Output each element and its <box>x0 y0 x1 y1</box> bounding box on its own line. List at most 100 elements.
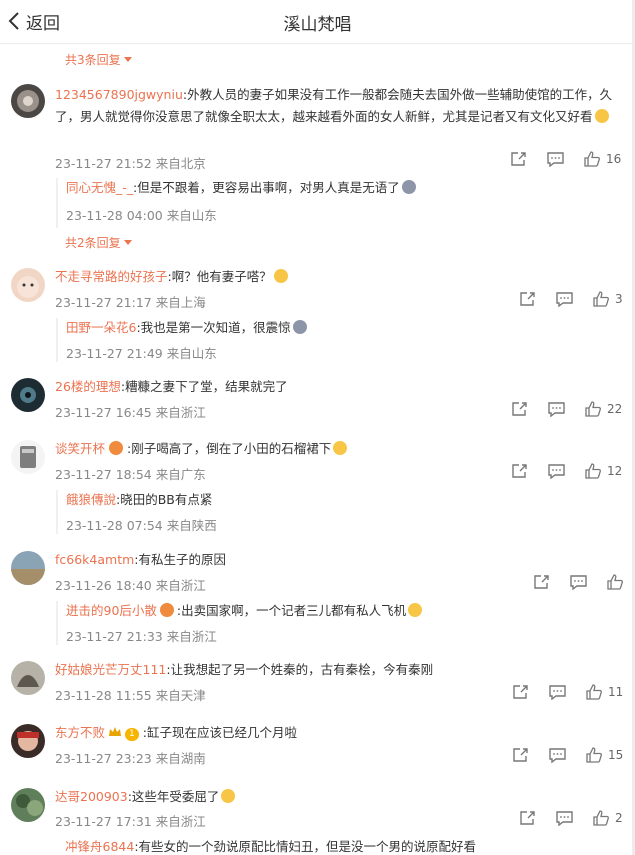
avatar[interactable] <box>11 440 45 474</box>
share-button[interactable] <box>519 291 536 307</box>
emoji-icon <box>401 180 416 194</box>
reply-item: 餓狼傳說:晓田的BB有点紧 <box>66 490 212 510</box>
comment-button[interactable] <box>556 810 573 826</box>
badge-icon <box>159 603 174 617</box>
share-button[interactable] <box>511 463 528 479</box>
thumbs-up-icon <box>586 747 602 763</box>
comment-button[interactable] <box>548 401 565 417</box>
comment-text: :有私生子的原因 <box>134 552 227 567</box>
like-count: 12 <box>607 464 623 478</box>
share-button[interactable] <box>519 810 536 826</box>
caret-down-icon <box>123 57 132 62</box>
share-button[interactable] <box>512 684 529 700</box>
comment-meta: 23-11-27 21:52 来自北京 <box>55 156 206 171</box>
avatar[interactable] <box>11 378 45 412</box>
reply-thread: 餓狼傳說:晓田的BB有点紧 23-11-28 07:54 来自陕西 <box>56 490 618 534</box>
comment-icon <box>556 810 573 826</box>
reply-text: :晓田的BB有点紧 <box>116 492 213 507</box>
thumbs-up-icon <box>585 463 601 479</box>
comment-username[interactable]: 谈笑开杯 <box>55 441 105 456</box>
share-icon <box>513 685 528 699</box>
comment-username[interactable]: fc66k4amtm <box>55 552 134 567</box>
reply-text: :我也是第一次知道，很震惊 <box>136 320 291 335</box>
reply-username[interactable]: 同心无愧_-_ <box>66 180 133 195</box>
comment-username[interactable]: 1234567890jgwyniu <box>55 87 183 102</box>
comment-text: :让我想起了另一个姓秦的，古有秦桧，今有秦刚 <box>166 662 434 677</box>
comment-button[interactable] <box>549 684 566 700</box>
avatar[interactable] <box>11 84 45 118</box>
reply-meta: 23-11-28 07:54 来自陕西 <box>66 518 217 533</box>
like-button[interactable]: 2 <box>593 810 623 826</box>
reply-item: 田野一朵花6:我也是第一次知道，很震惊 <box>66 318 307 338</box>
comment-username[interactable]: 不走寻常路的好孩子 <box>55 269 168 284</box>
comment-username[interactable]: 东方不败 <box>55 725 105 740</box>
like-button[interactable]: 11 <box>586 684 623 700</box>
share-button[interactable] <box>512 747 529 763</box>
reply-thread: 迸击的90后小散:出卖国家啊，一个记者三儿都有私人飞机 23-11-27 21:… <box>56 601 618 645</box>
comment-icon <box>570 574 587 590</box>
comment-button[interactable] <box>547 151 564 167</box>
comment-username[interactable]: 达哥200903 <box>55 789 128 804</box>
emoji-icon <box>408 603 423 617</box>
comment-icon <box>548 401 565 417</box>
like-button[interactable]: 16 <box>584 151 621 167</box>
comment-meta: 23-11-27 23:23 来自湖南 <box>55 751 206 766</box>
comment-meta: 23-11-27 16:45 来自浙江 <box>55 405 206 420</box>
reply-thread: 同心无愧_-_:但是不跟着，更容易出事啊，对男人真是无语了 23-11-28 0… <box>56 178 618 228</box>
vip-badge: 1 <box>125 728 139 741</box>
share-icon <box>513 748 528 762</box>
like-count: 11 <box>608 685 624 699</box>
like-button[interactable] <box>607 574 623 590</box>
comment-username[interactable]: 好姑娘光芒万丈111 <box>55 662 166 677</box>
avatar[interactable] <box>11 268 45 302</box>
like-count: 16 <box>606 152 622 166</box>
reply-item: 迸击的90后小散:出卖国家啊，一个记者三儿都有私人飞机 <box>66 601 423 621</box>
expand-replies-link[interactable]: 共3条回复 <box>65 51 132 68</box>
comment-meta: 23-11-26 18:40 来自浙江 <box>55 578 206 593</box>
reply-username[interactable]: 田野一朵花6 <box>66 320 136 335</box>
comment-button[interactable] <box>570 574 587 590</box>
like-count: 2 <box>615 811 623 825</box>
comment-actions: 12 <box>497 463 622 479</box>
page-title: 溪山梵唱 <box>283 15 352 35</box>
comment-button[interactable] <box>548 463 565 479</box>
thumbs-up-icon <box>593 810 609 826</box>
avatar[interactable] <box>11 551 45 585</box>
reply-text: :但是不跟着，更容易出事啊，对男人真是无语了 <box>133 180 400 195</box>
comment-icon <box>556 291 573 307</box>
comment-username[interactable]: 26楼的理想 <box>55 379 121 394</box>
share-button[interactable] <box>511 401 528 417</box>
comment-button[interactable] <box>549 747 566 763</box>
comment-username[interactable]: 冲锋舟6844 <box>65 839 134 854</box>
comment-text: :缸子现在应该已经几个月啦 <box>142 725 297 740</box>
emoji-icon <box>594 109 609 123</box>
share-icon <box>534 575 549 589</box>
share-button[interactable] <box>510 151 527 167</box>
like-button[interactable]: 3 <box>593 291 623 307</box>
expand-replies-link[interactable]: 共2条回复 <box>65 234 132 251</box>
comment-actions: 22 <box>497 401 622 417</box>
thumbs-up-icon <box>607 574 623 590</box>
thumbs-up-icon <box>593 291 609 307</box>
thumbs-up-icon <box>584 151 600 167</box>
avatar[interactable] <box>11 788 45 822</box>
comment-icon <box>547 151 564 167</box>
avatar[interactable] <box>11 724 45 758</box>
emoji-icon <box>221 789 236 803</box>
like-button[interactable]: 15 <box>586 747 623 763</box>
reply-username[interactable]: 迸击的90后小散 <box>66 603 157 618</box>
like-button[interactable]: 22 <box>585 401 622 417</box>
share-icon <box>512 402 527 416</box>
comment-meta: 23-11-27 18:54 来自广东 <box>55 467 206 482</box>
comment-actions: 2 <box>505 810 623 826</box>
top-bar: 返回 溪山梵唱 <box>0 0 635 44</box>
comment-text: :啊？他有妻子嗒？ <box>167 269 272 284</box>
like-button[interactable]: 12 <box>585 463 622 479</box>
badge-icon <box>109 441 124 455</box>
crown-icon <box>109 727 122 736</box>
avatar[interactable] <box>11 661 45 695</box>
reply-username[interactable]: 餓狼傳說 <box>66 492 116 507</box>
comment-button[interactable] <box>556 291 573 307</box>
share-button[interactable] <box>533 574 550 590</box>
comment-text: :糟糠之妻下了堂，结果就完了 <box>120 379 288 394</box>
